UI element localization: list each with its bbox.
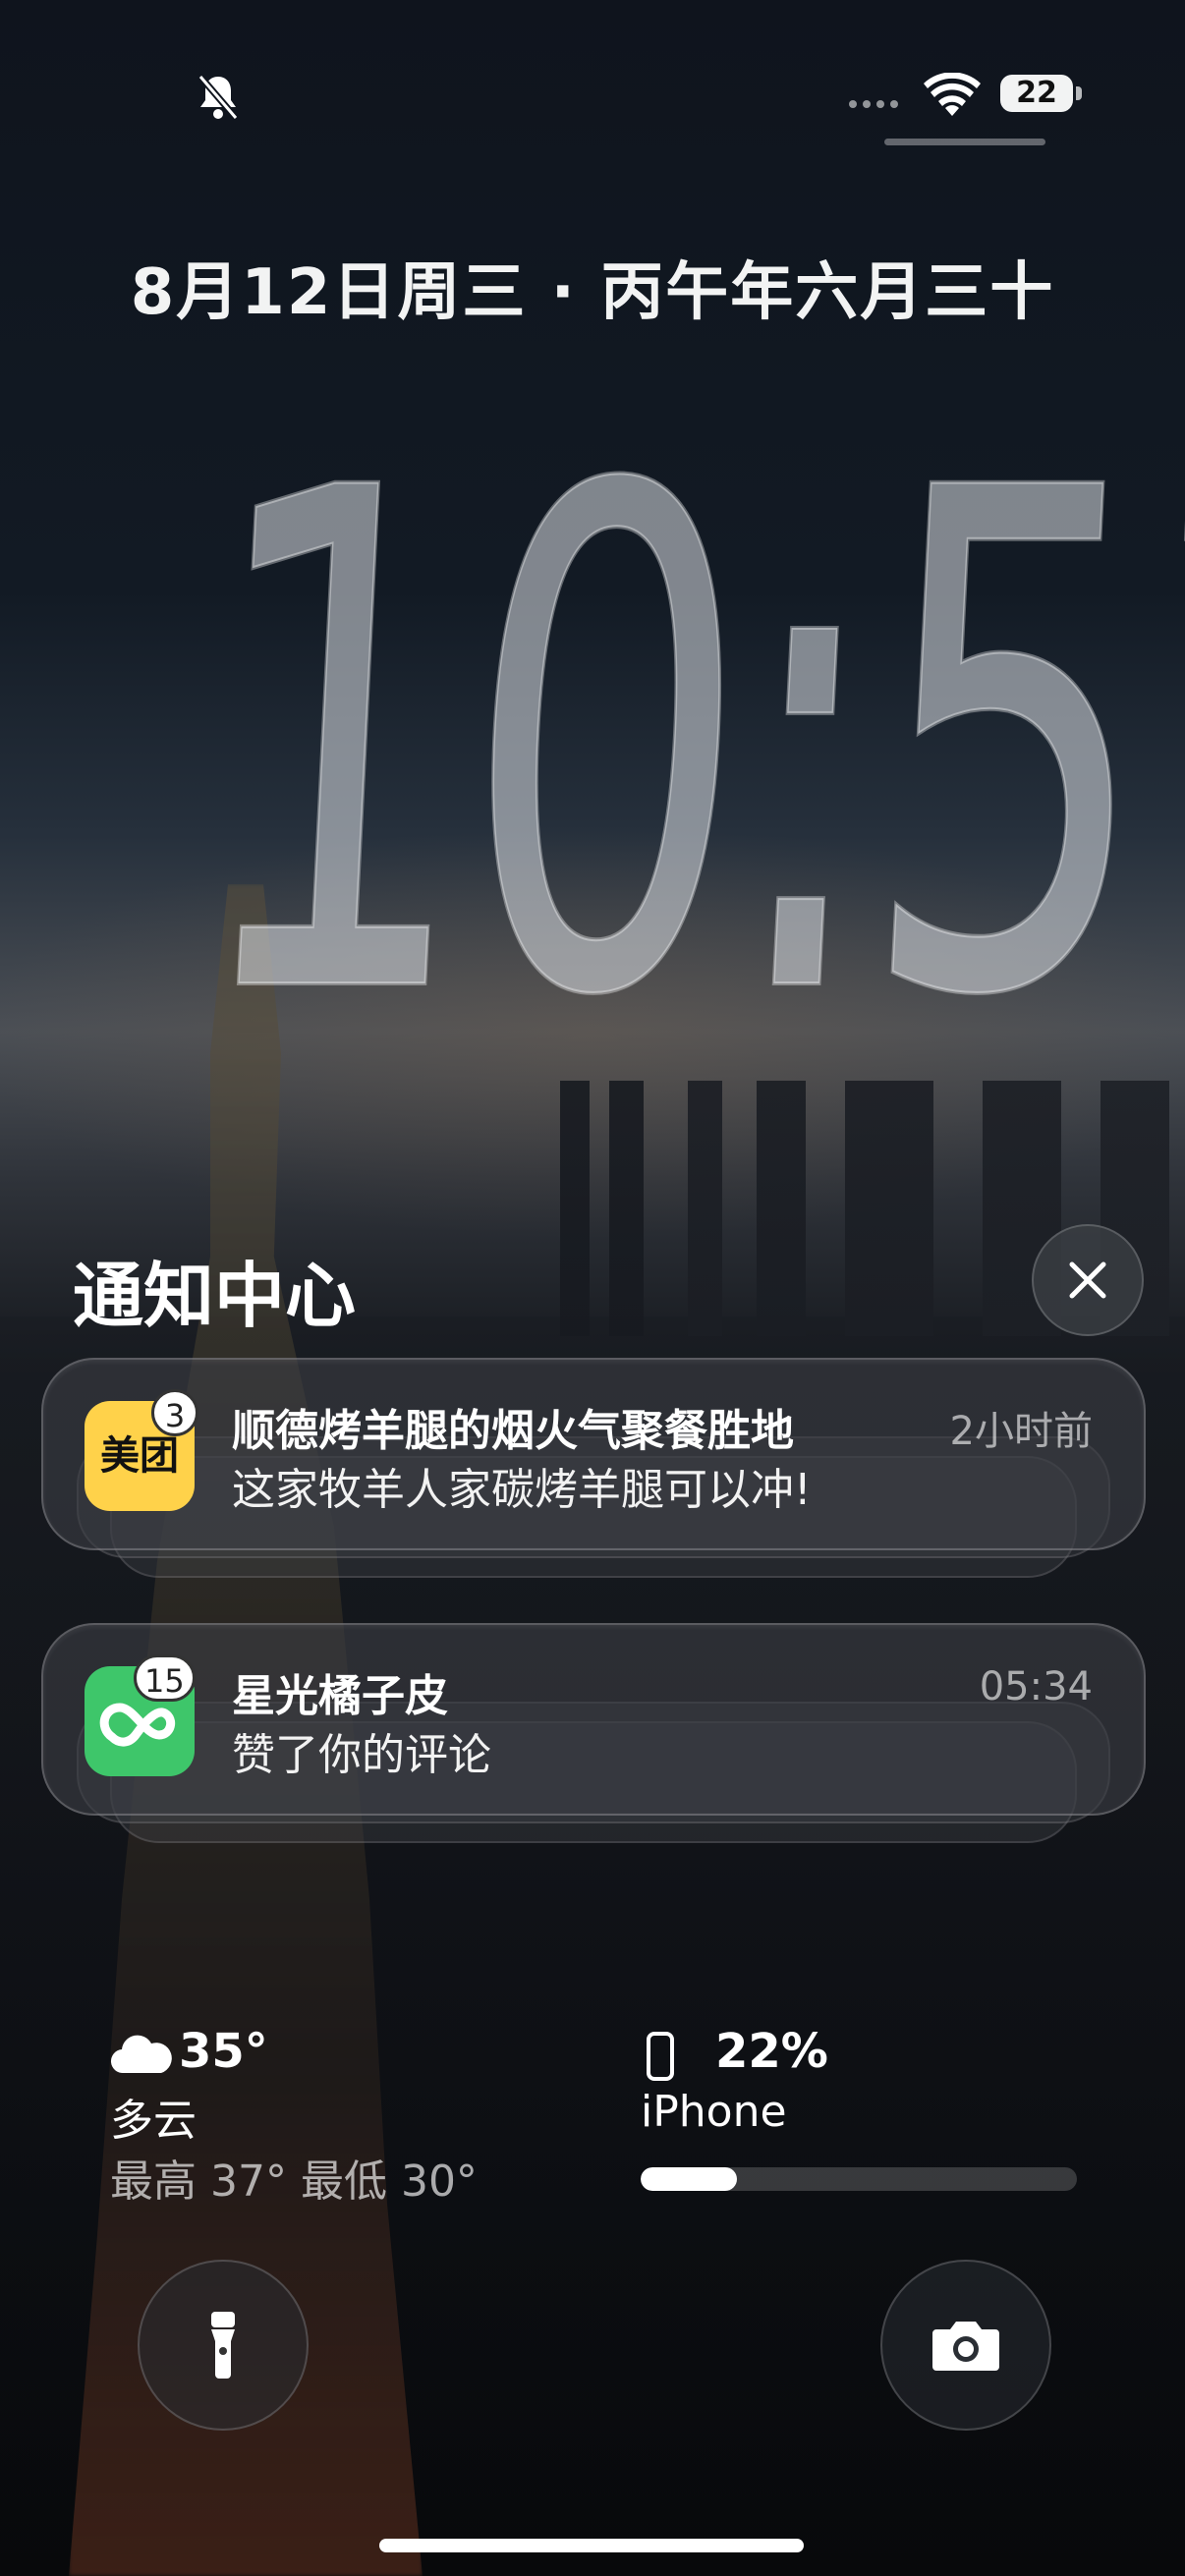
notification-time: 05:34 <box>979 1664 1093 1709</box>
signal-dots-icon <box>849 100 898 108</box>
battery-cap <box>1076 86 1082 100</box>
close-icon <box>1069 1261 1106 1299</box>
iphone-icon <box>647 2032 674 2081</box>
battery-level: 22 <box>1000 75 1073 112</box>
notification-stack-meituan[interactable]: 美团 3 顺德烤羊腿的烟火气聚餐胜地 这家牧羊人家碳烤羊腿可以冲! 2小时前 <box>41 1358 1146 1603</box>
notification-count-badge: 15 <box>134 1654 196 1702</box>
notification-stack-xiaohongshu[interactable]: 15 星光橘子皮 赞了你的评论 05:34 <box>41 1623 1146 1869</box>
wifi-icon <box>924 73 981 116</box>
status-bar: 22 <box>0 59 1185 145</box>
battery-device-name: iPhone <box>641 2087 787 2137</box>
camera-icon <box>932 2322 999 2371</box>
battery-percent: 22% <box>715 2024 828 2079</box>
notification-card[interactable]: 美团 3 顺德烤羊腿的烟火气聚餐胜地 这家牧羊人家碳烤羊腿可以冲! 2小时前 <box>41 1358 1146 1550</box>
clear-notifications-button[interactable] <box>1032 1224 1144 1336</box>
notification-count-badge: 3 <box>151 1389 198 1436</box>
flashlight-button[interactable] <box>138 2260 309 2431</box>
flashlight-icon <box>211 2312 235 2379</box>
control-center-indicator[interactable] <box>884 139 1045 145</box>
notification-title: 星光橘子皮 <box>232 1671 448 1721</box>
notification-time: 2小时前 <box>949 1409 1093 1454</box>
home-indicator[interactable] <box>379 2539 804 2552</box>
weather-condition: 多云 <box>110 2096 197 2146</box>
weather-high-low: 最高 37° 最低 30° <box>110 2156 478 2207</box>
weather-temperature: 35° <box>179 2024 268 2079</box>
battery-progress-track <box>641 2167 1077 2191</box>
notification-title: 顺德烤羊腿的烟火气聚餐胜地 <box>232 1406 794 1456</box>
notification-card[interactable]: 15 星光橘子皮 赞了你的评论 05:34 <box>41 1623 1146 1816</box>
notification-center-title: 通知中心 <box>73 1255 357 1337</box>
lock-time: 10:57 <box>173 344 1185 1148</box>
bell-slash-icon <box>198 74 239 121</box>
cloud-icon <box>110 2035 172 2074</box>
camera-button[interactable] <box>880 2260 1051 2431</box>
battery-progress-fill <box>641 2167 737 2191</box>
notification-body: 赞了你的评论 <box>232 1730 491 1780</box>
notification-body: 这家牧羊人家碳烤羊腿可以冲! <box>232 1465 812 1515</box>
